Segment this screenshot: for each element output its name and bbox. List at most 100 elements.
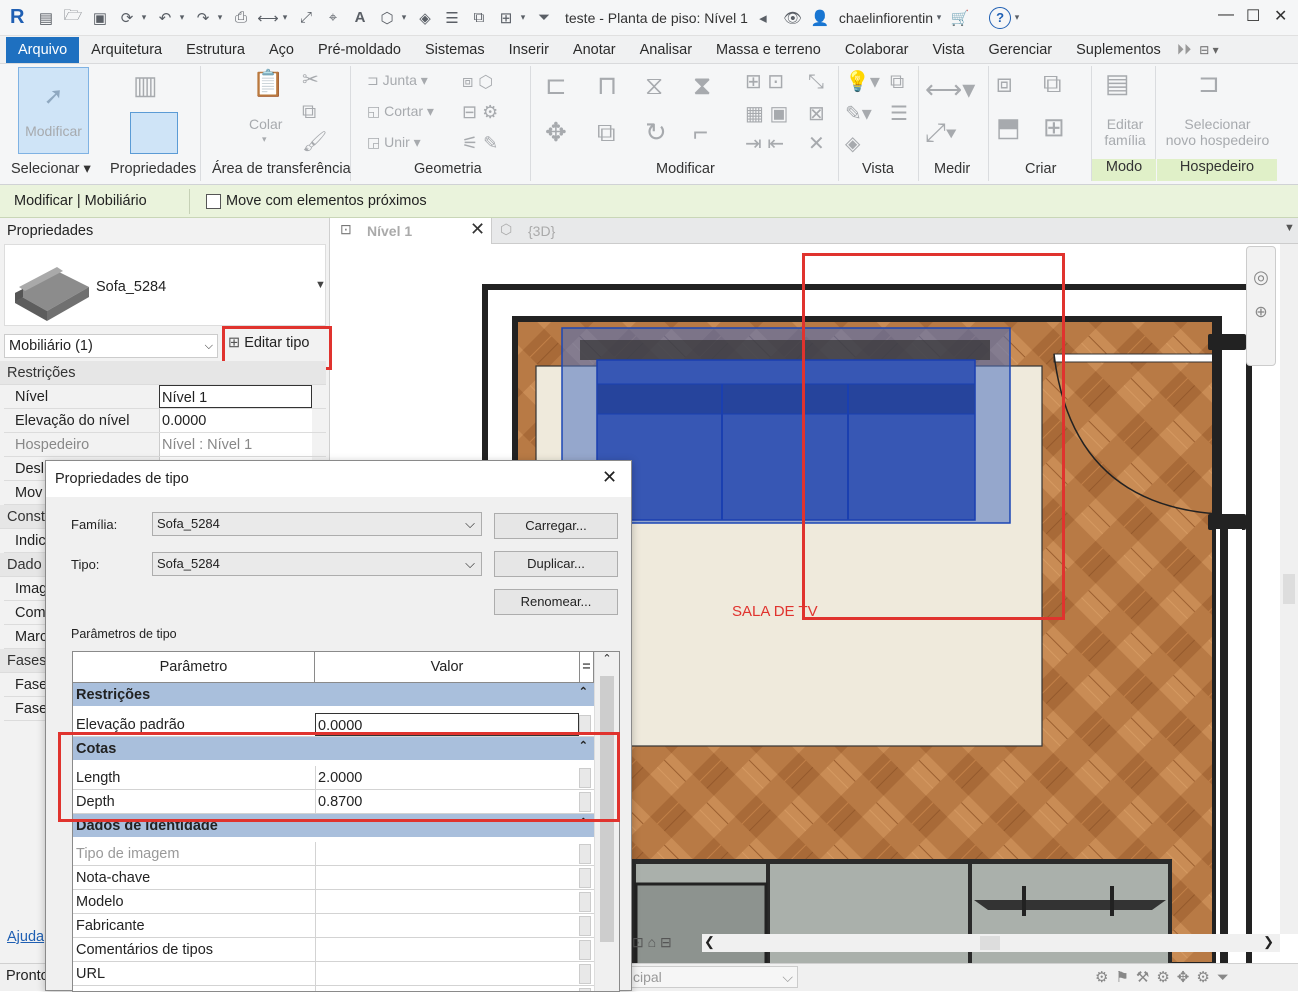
trim-icon[interactable]: ⌐ bbox=[693, 119, 708, 145]
chevron-down-icon[interactable]: ▾ bbox=[934, 7, 944, 29]
moves-with-nearby-checkbox[interactable] bbox=[206, 193, 221, 209]
create-group-icon[interactable]: ⬒ bbox=[996, 114, 1021, 140]
type-select[interactable]: Sofa_5284 ⌵ bbox=[152, 552, 482, 576]
parameter-row[interactable]: Fabricante bbox=[73, 914, 594, 938]
parameter-row[interactable]: Descrição bbox=[73, 986, 594, 991]
edit-family-button[interactable]: Editar família bbox=[1104, 116, 1146, 148]
unpin-icon[interactable]: ⊠ bbox=[808, 104, 825, 124]
tag-icon[interactable]: ⌖ bbox=[322, 7, 344, 29]
wall-joins-icon[interactable]: ⧈ ⬡ bbox=[462, 72, 493, 90]
measure-icon[interactable]: ⟷ bbox=[257, 7, 279, 29]
col-value[interactable]: Valor bbox=[315, 652, 580, 683]
view-control-icons[interactable]: ⊡ ⌂ ⊟ bbox=[632, 934, 672, 951]
override-icon[interactable]: ✎▾ bbox=[845, 104, 872, 124]
create-similar-icon[interactable]: ⊞ bbox=[1043, 114, 1065, 140]
edit-family-icon[interactable]: ▤ bbox=[1105, 70, 1130, 96]
redo-icon[interactable]: ↷ bbox=[192, 7, 214, 29]
ribbon-toggle-icon[interactable]: ⊟ ▾ bbox=[1195, 37, 1222, 63]
tab-analisar[interactable]: Analisar bbox=[628, 37, 704, 63]
close-hidden-icon[interactable]: ⧉ bbox=[468, 7, 490, 29]
create-assembly-icon[interactable]: ⧈ bbox=[996, 70, 1013, 96]
tab-nivel-1[interactable]: ⊡ Nível 1 ✕ bbox=[332, 218, 492, 244]
customize-qat-icon[interactable]: ⏷ bbox=[533, 7, 555, 29]
cut-icon[interactable]: ✂ bbox=[302, 70, 319, 90]
cut-geometry-button[interactable]: ◱ Cortar ▾ bbox=[367, 103, 434, 120]
mirror-draw-icon[interactable]: ⧗ bbox=[693, 72, 711, 98]
rename-button[interactable]: Renomear... bbox=[494, 589, 618, 615]
selection-filter-icons[interactable]: ⚙⚑⚒⚙✥⚙⏷ bbox=[1095, 968, 1236, 986]
tab-arquitetura[interactable]: Arquitetura bbox=[79, 37, 174, 63]
tab-sistemas[interactable]: Sistemas bbox=[413, 37, 497, 63]
scroll-left-icon[interactable]: ◂ bbox=[752, 7, 774, 29]
parameter-value[interactable] bbox=[315, 914, 579, 937]
edit-type-button[interactable]: ⊞ Editar tipo bbox=[228, 335, 309, 351]
parameter-value[interactable] bbox=[315, 842, 579, 865]
copy-element-icon[interactable]: ⧉ bbox=[597, 119, 616, 145]
help-link[interactable]: Ajuda bbox=[7, 929, 44, 945]
col-formula[interactable]: = bbox=[580, 652, 594, 683]
move-icon[interactable]: ✥ bbox=[545, 119, 567, 145]
thin-lines-icon[interactable]: ☰ bbox=[441, 7, 463, 29]
chevron-down-icon[interactable]: ▾ bbox=[177, 7, 187, 29]
3d-view-icon[interactable]: ⬡ bbox=[376, 7, 398, 29]
parameter-row[interactable]: Tipo de imagem bbox=[73, 842, 594, 866]
tab-menu-icon[interactable]: ▼ bbox=[1284, 222, 1295, 234]
tab-vista[interactable]: Vista bbox=[920, 37, 976, 63]
property-row[interactable]: Hospedeiro Nível : Nível 1 bbox=[4, 433, 326, 457]
hide-icon[interactable]: 💡▾ bbox=[845, 72, 880, 92]
sync-icon[interactable]: ⟳ bbox=[116, 7, 138, 29]
load-button[interactable]: Carregar... bbox=[494, 513, 618, 539]
dimension-icon[interactable]: ⤢ bbox=[295, 7, 317, 29]
pin-icon[interactable]: ⤡ bbox=[808, 72, 824, 92]
match-properties-icon[interactable]: 🖌 bbox=[302, 132, 327, 152]
tab-estrutura[interactable]: Estrutura bbox=[174, 37, 257, 63]
tab-3d[interactable]: ⬡ {3D} bbox=[498, 218, 588, 244]
align-icon[interactable]: ⊏ bbox=[545, 72, 567, 98]
undo-icon[interactable]: ↶ bbox=[154, 7, 176, 29]
formula-button[interactable] bbox=[579, 868, 591, 888]
parameter-row[interactable]: Comentários de tipos bbox=[73, 938, 594, 962]
property-group[interactable]: Restrições bbox=[0, 361, 326, 385]
tab-massa-terreno[interactable]: Massa e terreno bbox=[704, 37, 833, 63]
help-icon[interactable]: ? bbox=[989, 6, 1012, 29]
parameter-value[interactable] bbox=[315, 986, 579, 991]
linework-icon[interactable]: ◈ bbox=[845, 134, 860, 154]
measure-between-icon[interactable]: ⟷▾ bbox=[925, 76, 975, 102]
copy-icon[interactable]: ⧉ bbox=[302, 102, 316, 122]
col-parameter[interactable]: Parâmetro bbox=[73, 652, 315, 683]
switch-windows-icon[interactable]: ⊞ bbox=[495, 7, 517, 29]
mirror-axis-icon[interactable]: ⧖ bbox=[645, 72, 663, 98]
chevron-down-icon[interactable]: ▾ bbox=[1012, 7, 1022, 29]
cart-icon[interactable]: 🛒 bbox=[949, 7, 971, 29]
create-parts-icon[interactable]: ⧉ bbox=[1043, 70, 1062, 96]
section-icon[interactable]: ◈ bbox=[414, 7, 436, 29]
scale-icon[interactable]: ⇥ ⇤ bbox=[745, 134, 784, 154]
formula-button[interactable] bbox=[579, 940, 591, 960]
binoculars-icon[interactable]: 👁 bbox=[782, 7, 804, 29]
property-value[interactable]: 0.0000 bbox=[159, 409, 312, 432]
property-value[interactable]: Nível 1 bbox=[159, 385, 312, 408]
formula-button[interactable] bbox=[579, 988, 591, 991]
chevron-down-icon[interactable]: ▾ bbox=[399, 7, 409, 29]
split-face-icon[interactable]: ⊟ ⚙ bbox=[462, 103, 498, 121]
array-icon[interactable]: ▦ ▣ bbox=[745, 104, 788, 124]
navigation-bar[interactable]: ◎ ⊕ bbox=[1246, 246, 1276, 366]
aligned-dimension-icon[interactable]: ⤢▾ bbox=[925, 119, 957, 145]
split-icon[interactable]: ⊞ ⊡ bbox=[745, 72, 784, 92]
paste-icon[interactable]: 📋 bbox=[252, 70, 284, 96]
vertical-scrollbar[interactable] bbox=[1280, 244, 1298, 934]
view-icon[interactable]: ⧉ bbox=[890, 72, 904, 92]
duplicate-button[interactable]: Duplicar... bbox=[494, 551, 618, 577]
tab-arquivo[interactable]: Arquivo bbox=[6, 37, 80, 63]
type-properties-button[interactable] bbox=[130, 112, 178, 154]
join-geometry-button[interactable]: ⊐ Junta ▾ bbox=[367, 72, 428, 89]
paint-icon[interactable]: ⚟ ✎ bbox=[462, 134, 498, 152]
unite-button[interactable]: ◲ Unir ▾ bbox=[367, 134, 421, 151]
panel-selecionar[interactable]: Selecionar ▾ bbox=[11, 161, 91, 177]
property-row[interactable]: Nível Nível 1 bbox=[4, 385, 326, 409]
formula-button[interactable] bbox=[579, 844, 591, 864]
minimize-icon[interactable]: — bbox=[1218, 6, 1234, 24]
property-row[interactable]: Elevação do nível 0.0000 bbox=[4, 409, 326, 433]
tab-aco[interactable]: Aço bbox=[257, 37, 306, 63]
parameter-row[interactable]: Modelo bbox=[73, 890, 594, 914]
